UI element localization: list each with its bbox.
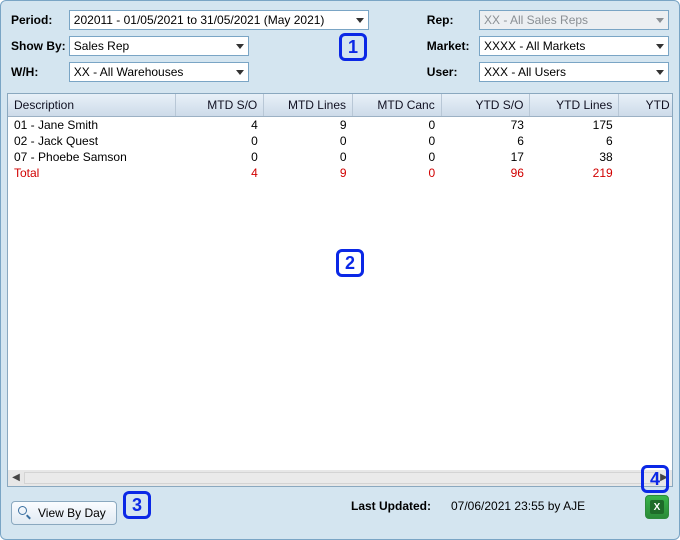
last-updated-label: Last Updated:: [351, 499, 431, 513]
cell: 3: [619, 133, 673, 149]
cell: 07 - Phoebe Samson: [8, 149, 175, 165]
showby-combo[interactable]: [69, 36, 249, 56]
rep-label: Rep:: [427, 13, 479, 27]
cell: 29: [619, 165, 673, 181]
showby-label: Show By:: [11, 39, 69, 53]
cell: 0: [353, 117, 442, 134]
table-row[interactable]: 01 - Jane Smith4907317523: [8, 117, 673, 134]
cell: 73: [441, 117, 530, 134]
cell: Total: [8, 165, 175, 181]
excel-icon: X: [650, 500, 664, 514]
market-label: Market:: [427, 39, 479, 53]
cell: 0: [353, 149, 442, 165]
period-combo[interactable]: [69, 10, 369, 30]
cell: 6: [530, 133, 619, 149]
footer: View By Day 3 Last Updated: 07/06/2021 2…: [1, 487, 679, 531]
cell: 9: [264, 165, 353, 181]
table-row[interactable]: 02 - Jack Quest000663: [8, 133, 673, 149]
total-row[interactable]: Total4909621929: [8, 165, 673, 181]
cell: 219: [530, 165, 619, 181]
cell: 6: [441, 133, 530, 149]
cell: 4: [175, 117, 264, 134]
scroll-left-icon[interactable]: ◀: [8, 471, 24, 485]
market-combo[interactable]: [479, 36, 669, 56]
cell: 38: [530, 149, 619, 165]
cell: 0: [353, 165, 442, 181]
column-header[interactable]: MTD S/O: [175, 94, 264, 117]
column-header[interactable]: Description: [8, 94, 175, 117]
cell: 01 - Jane Smith: [8, 117, 175, 134]
column-header[interactable]: MTD Canc: [353, 94, 442, 117]
report-panel: Period: Rep: Show By: Market: W/H: User:…: [0, 0, 680, 540]
magnifier-icon: [18, 506, 32, 520]
export-excel-button[interactable]: X: [645, 495, 669, 519]
cell: 0: [175, 149, 264, 165]
column-header[interactable]: YTD Canc: [619, 94, 673, 117]
scroll-track[interactable]: [24, 472, 656, 484]
cell: 23: [619, 117, 673, 134]
horizontal-scrollbar[interactable]: ◀ ▶: [8, 470, 672, 486]
cell: 02 - Jack Quest: [8, 133, 175, 149]
rep-combo: [479, 10, 669, 30]
cell: 0: [353, 133, 442, 149]
period-label: Period:: [11, 13, 69, 27]
callout-3: 3: [123, 491, 151, 519]
cell: 17: [441, 149, 530, 165]
filter-row-3: W/H: User:: [11, 61, 669, 83]
filter-row-2: Show By: Market:: [11, 35, 669, 57]
cell: 0: [264, 133, 353, 149]
scroll-right-icon[interactable]: ▶: [656, 471, 672, 485]
filter-area: Period: Rep: Show By: Market: W/H: User:…: [1, 1, 679, 93]
column-header[interactable]: YTD S/O: [441, 94, 530, 117]
wh-label: W/H:: [11, 65, 69, 79]
cell: 9: [264, 117, 353, 134]
user-label: User:: [427, 65, 479, 79]
cell: 3: [619, 149, 673, 165]
column-header[interactable]: MTD Lines: [264, 94, 353, 117]
column-header[interactable]: YTD Lines: [530, 94, 619, 117]
last-updated-value: 07/06/2021 23:55 by AJE: [451, 499, 585, 513]
cell: 4: [175, 165, 264, 181]
grid-header: DescriptionMTD S/OMTD LinesMTD CancYTD S…: [8, 94, 673, 117]
cell: 0: [264, 149, 353, 165]
table-row[interactable]: 07 - Phoebe Samson00017383: [8, 149, 673, 165]
cell: 0: [175, 133, 264, 149]
view-by-day-button[interactable]: View By Day: [11, 501, 117, 525]
view-by-day-label: View By Day: [38, 506, 106, 520]
user-combo[interactable]: [479, 62, 669, 82]
cell: 96: [441, 165, 530, 181]
filter-row-1: Period: Rep:: [11, 9, 669, 31]
grid-container: DescriptionMTD S/OMTD LinesMTD CancYTD S…: [7, 93, 673, 487]
data-grid[interactable]: DescriptionMTD S/OMTD LinesMTD CancYTD S…: [8, 94, 673, 181]
cell: 175: [530, 117, 619, 134]
wh-combo[interactable]: [69, 62, 249, 82]
